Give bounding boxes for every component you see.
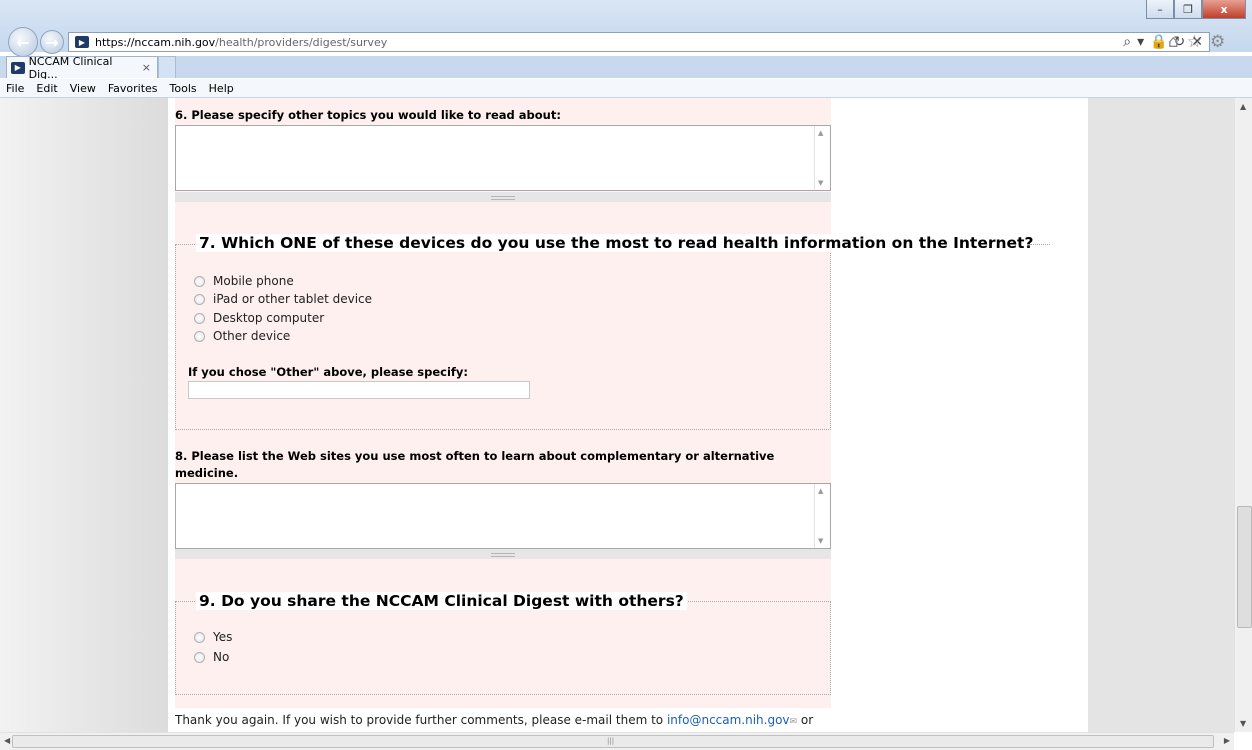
tab-favicon-icon: ▶ — [11, 61, 25, 74]
window-controls: – ❐ x — [1146, 0, 1246, 19]
vertical-scrollbar[interactable]: ▲ ▼ — [1234, 98, 1252, 732]
tab-title: NCCAM Clinical Dig... — [28, 54, 113, 81]
q7-option-tablet[interactable]: iPad or other tablet device — [194, 292, 372, 306]
close-window-button[interactable]: x — [1202, 0, 1246, 19]
tab-close-icon[interactable]: × — [142, 61, 151, 74]
q8-resize-grip[interactable] — [175, 549, 831, 559]
search-icon[interactable]: ⌕ — [1123, 34, 1131, 50]
menu-help[interactable]: Help — [209, 82, 234, 95]
scroll-down-icon[interactable]: ▼ — [818, 537, 823, 545]
scroll-up-icon[interactable]: ▲ — [818, 129, 823, 137]
browser-titlebar: – ❐ x ← → ▶ https://nccam.nih.gov/health… — [0, 0, 1252, 57]
scroll-down-icon[interactable]: ▼ — [818, 179, 823, 187]
textarea-scrollbar[interactable]: ▲ ▼ — [814, 484, 830, 548]
menu-edit[interactable]: Edit — [36, 82, 57, 95]
new-tab-button[interactable] — [158, 56, 176, 78]
q7-legend-dotline-end — [1030, 244, 1050, 245]
textarea-scrollbar[interactable]: ▲ ▼ — [814, 126, 830, 190]
q7-other-input[interactable] — [188, 381, 530, 399]
menu-view[interactable]: View — [70, 82, 96, 95]
settings-gear-icon[interactable]: ⚙ — [1210, 32, 1225, 52]
q8-textarea[interactable]: ▲ ▼ — [175, 483, 831, 549]
tab-nccam[interactable]: ▶ NCCAM Clinical Dig... × — [6, 54, 158, 81]
url-path: /health/providers/digest/survey — [215, 35, 388, 49]
address-bar[interactable]: ▶ https://nccam.nih.gov/health/providers… — [68, 32, 1210, 52]
scroll-up-icon[interactable]: ▲ — [818, 487, 823, 495]
radio-button[interactable] — [194, 330, 205, 342]
radio-button[interactable] — [194, 275, 205, 287]
q9-option-no[interactable]: No — [194, 650, 229, 664]
scroll-right-arrow-icon[interactable]: ▶ — [1224, 736, 1230, 745]
site-favicon-icon: ▶ — [75, 36, 89, 48]
minimize-button[interactable]: – — [1146, 0, 1174, 19]
forward-arrow-icon: → — [45, 32, 59, 52]
q7-legend: 7. Which ONE of these devices do you use… — [196, 234, 1037, 252]
q6-textarea[interactable]: ▲ ▼ — [175, 125, 831, 191]
email-link[interactable]: info@nccam.nih.gov — [667, 713, 790, 727]
q9-legend: 9. Do you share the NCCAM Clinical Diges… — [196, 592, 687, 610]
lock-icon[interactable]: 🔒 — [1150, 34, 1167, 50]
q7-option-desktop[interactable]: Desktop computer — [194, 311, 324, 325]
external-mail-icon: ✉ — [789, 717, 798, 727]
q9-fieldset — [175, 601, 831, 695]
footer-text: Thank you again. If you wish to provide … — [175, 713, 814, 727]
back-button[interactable]: ← — [8, 27, 38, 57]
right-gutter — [1088, 98, 1234, 732]
vertical-scroll-thumb[interactable] — [1237, 506, 1252, 628]
q8-label-line1: 8. Please list the Web sites you use mos… — [175, 449, 775, 463]
q6-label: 6. Please specify other topics you would… — [175, 108, 561, 122]
left-gutter — [0, 98, 168, 732]
favorites-star-icon[interactable]: ☆ — [1187, 32, 1202, 52]
radio-button[interactable] — [194, 651, 205, 663]
menu-bar: File Edit View Favorites Tools Help — [0, 79, 1252, 98]
back-arrow-icon: ← — [16, 32, 30, 52]
scroll-down-arrow-icon[interactable]: ▼ — [1240, 719, 1246, 728]
scroll-up-arrow-icon[interactable]: ▲ — [1240, 102, 1246, 111]
radio-button[interactable] — [194, 312, 205, 324]
q9-option-yes[interactable]: Yes — [194, 630, 232, 644]
forward-button[interactable]: → — [40, 30, 64, 54]
q7-option-other[interactable]: Other device — [194, 329, 290, 343]
toolbar-right-icons: ⌂ ☆ ⚙ — [1168, 32, 1225, 52]
horizontal-scrollbar[interactable]: ◀ ||| ▶ — [0, 732, 1234, 750]
horizontal-scroll-thumb[interactable]: ||| — [12, 735, 1214, 748]
menu-favorites[interactable]: Favorites — [108, 82, 158, 95]
q8-label-line2: medicine. — [175, 466, 239, 480]
radio-button[interactable] — [194, 631, 205, 643]
dropdown-icon[interactable]: ▾ — [1137, 34, 1144, 50]
url-host: https://nccam.nih.gov — [95, 35, 216, 49]
tab-bar: ▶ NCCAM Clinical Dig... × — [0, 54, 1252, 81]
menu-tools[interactable]: Tools — [170, 82, 197, 95]
q6-resize-grip[interactable] — [175, 192, 831, 202]
q7-other-label: If you chose "Other" above, please speci… — [188, 365, 469, 379]
menu-file[interactable]: File — [6, 82, 24, 95]
restore-button[interactable]: ❐ — [1174, 0, 1202, 19]
scroll-left-arrow-icon[interactable]: ◀ — [4, 736, 10, 745]
radio-button[interactable] — [194, 293, 205, 305]
q7-option-mobile[interactable]: Mobile phone — [194, 274, 294, 288]
home-icon[interactable]: ⌂ — [1168, 32, 1179, 52]
